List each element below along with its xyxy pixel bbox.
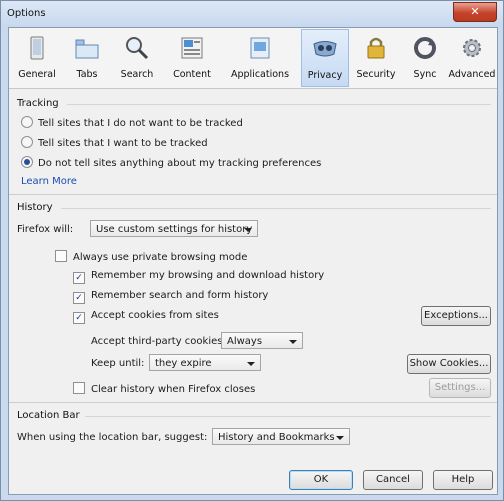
pane-label: Sync: [413, 69, 437, 80]
general-icon: [30, 36, 44, 60]
radio-label: Tell sites that I want to be tracked: [38, 138, 208, 149]
history-heading: History: [17, 202, 53, 213]
select-value: they expire: [155, 358, 212, 369]
pane-content[interactable]: Content: [165, 29, 219, 85]
security-icon: [367, 37, 385, 59]
private-mode-checkbox-row[interactable]: Always use private browsing mode: [55, 250, 247, 263]
pane-tabs[interactable]: Tabs: [65, 29, 109, 85]
checkbox[interactable]: [73, 382, 85, 394]
checkbox-checked[interactable]: ✓: [73, 292, 85, 304]
pane-general[interactable]: General: [13, 29, 61, 85]
settings-button[interactable]: Settings...: [429, 378, 491, 398]
pane-label: Advanced: [448, 69, 496, 80]
pane-toolbar: General Tabs Search Content Applications…: [9, 28, 497, 89]
checkbox-label: Always use private browsing mode: [73, 252, 248, 263]
location-bar-heading: Location Bar: [17, 410, 80, 421]
pane-label: General: [18, 69, 56, 80]
remember-browsing-checkbox-row[interactable]: ✓ Remember my browsing and download histo…: [73, 270, 324, 284]
checkbox[interactable]: [55, 250, 67, 262]
learn-more-link[interactable]: Learn More: [21, 176, 77, 187]
tracking-option-no-preference[interactable]: Do not tell sites anything about my trac…: [21, 156, 321, 169]
checkbox-checked[interactable]: ✓: [73, 312, 85, 324]
radio-button[interactable]: [21, 116, 33, 128]
select-value: Always: [227, 336, 263, 347]
firefox-will-label: Firefox will:: [17, 224, 74, 235]
show-cookies-button[interactable]: Show Cookies...: [407, 354, 491, 374]
close-button[interactable]: ✕: [453, 2, 497, 22]
location-bar-suggest-select[interactable]: History and Bookmarks: [212, 428, 350, 445]
chevron-down-icon: [289, 340, 297, 344]
section-separator: [9, 402, 497, 403]
radio-label: Tell sites that I do not want to be trac…: [38, 118, 243, 129]
select-value: Use custom settings for history: [96, 224, 253, 235]
sync-icon: [414, 37, 436, 59]
pane-security[interactable]: Security: [351, 29, 401, 85]
checkbox-label: Remember my browsing and download histor…: [91, 270, 325, 281]
checkbox-label: Clear history when Firefox closes: [91, 384, 256, 395]
history-divider: [61, 208, 491, 209]
checkbox-checked[interactable]: ✓: [73, 272, 85, 284]
location-bar-divider: [85, 416, 491, 417]
advanced-icon: [463, 39, 481, 57]
suggest-label: When using the location bar, suggest:: [17, 432, 208, 443]
pane-label: Security: [356, 69, 396, 80]
third-party-cookies-select[interactable]: Always: [221, 332, 303, 349]
pane-search[interactable]: Search: [113, 29, 161, 85]
keep-until-select[interactable]: they expire: [149, 354, 261, 371]
ok-button[interactable]: OK: [289, 470, 353, 490]
cancel-button[interactable]: Cancel: [363, 470, 423, 490]
search-icon: [126, 37, 149, 60]
section-separator: [9, 194, 497, 195]
radio-button-selected[interactable]: [21, 156, 33, 168]
radio-label: Do not tell sites anything about my trac…: [38, 158, 322, 169]
privacy-icon: [313, 41, 337, 57]
history-mode-select[interactable]: Use custom settings for history: [90, 220, 258, 237]
exceptions-button[interactable]: Exceptions...: [421, 306, 491, 326]
checkbox-label: Remember search and form history: [91, 290, 269, 301]
chevron-down-icon: [244, 228, 252, 232]
pane-applications[interactable]: Applications: [223, 29, 297, 85]
clear-history-checkbox-row[interactable]: Clear history when Firefox closes: [73, 382, 255, 395]
window-title: Options: [7, 8, 46, 19]
pane-label: Applications: [230, 69, 290, 80]
keep-until-label: Keep until:: [91, 358, 145, 369]
third-party-cookies-label: Accept third-party cookies:: [91, 336, 226, 347]
remember-search-checkbox-row[interactable]: ✓ Remember search and form history: [73, 290, 268, 304]
pane-label: Tabs: [76, 69, 98, 80]
chevron-down-icon: [336, 436, 344, 440]
dialog-client: General Tabs Search Content Applications…: [8, 27, 498, 495]
title-bar: Options ✕: [1, 1, 503, 27]
chevron-down-icon: [247, 362, 255, 366]
pane-label: Content: [173, 69, 211, 80]
tabs-icon: [75, 39, 99, 59]
checkbox-label: Accept cookies from sites: [91, 310, 219, 321]
applications-icon: [250, 37, 270, 59]
select-value: History and Bookmarks: [218, 432, 335, 443]
tracking-option-do-not-track[interactable]: Tell sites that I do not want to be trac…: [21, 116, 243, 129]
accept-cookies-checkbox-row[interactable]: ✓ Accept cookies from sites: [73, 310, 219, 324]
radio-button[interactable]: [21, 136, 33, 148]
pane-advanced[interactable]: Advanced: [447, 29, 497, 85]
tracking-divider: [67, 104, 491, 105]
help-button[interactable]: Help: [433, 470, 493, 490]
pane-label: Search: [120, 69, 154, 80]
pane-label: Privacy: [307, 70, 343, 81]
pane-sync[interactable]: Sync: [405, 29, 445, 85]
pane-privacy[interactable]: Privacy: [301, 29, 349, 87]
options-window: Options ✕ General Tabs Search Content Ap…: [0, 0, 504, 501]
content-icon: [181, 37, 203, 59]
tracking-heading: Tracking: [17, 98, 59, 109]
tracking-option-track[interactable]: Tell sites that I want to be tracked: [21, 136, 208, 149]
